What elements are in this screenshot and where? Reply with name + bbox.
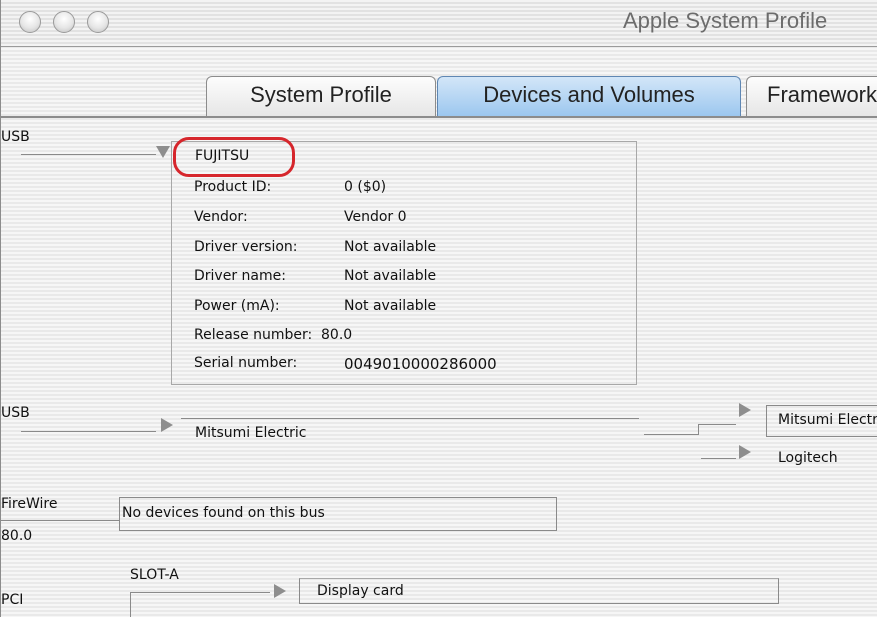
disclosure-expanded-icon[interactable] [156,146,170,158]
driver-version-value: Not available [344,239,437,255]
firewire-connector [1,520,119,521]
usb-bus-label: USB [1,129,30,145]
title-bar: Apple System Profile [1,0,877,47]
pci-slot-connector [130,592,270,593]
release-number-value: 80.0 [321,327,353,343]
usb-bus-2-connector [21,431,156,432]
zoom-window-button[interactable] [87,11,109,33]
hub-connector [644,434,699,435]
release-number-key: Release number: [194,327,313,343]
profiler-window: Apple System Profile System Profile Devi… [0,0,877,617]
power-value: Not available [344,298,437,314]
usb-bus-2-label: USB [1,405,30,421]
serial-number-value: 0049010000286000 [344,355,497,373]
close-window-button[interactable] [19,11,41,33]
child-1-label[interactable]: Mitsumi Electric [778,412,877,428]
child-2-connector [701,458,736,459]
minimize-window-button[interactable] [53,11,75,33]
device-detail-panel [171,141,637,385]
child-1-connector [698,424,736,425]
product-id-key: Product ID: [194,179,272,195]
serial-number-key: Serial number: [194,355,298,371]
pci-slot-label: SLOT-A [130,567,179,583]
driver-version-key: Driver version: [194,239,298,255]
window-title: Apple System Profile [623,8,828,33]
driver-name-key: Driver name: [194,268,286,284]
tab-bar: System Profile Devices and Volumes Frame… [1,76,877,118]
firewire-version: 80.0 [1,528,33,544]
disclosure-collapsed-icon[interactable] [161,418,173,432]
tab-system-profile[interactable]: System Profile [206,76,436,116]
pci-disclosure-icon[interactable] [274,584,286,598]
mitsumi-device-label[interactable]: Mitsumi Electric [195,425,306,441]
firewire-bus-label: FireWire [1,496,58,512]
pci-bus-label: PCI [1,592,24,608]
child-2-disclosure-icon[interactable] [739,445,751,459]
child-2-label[interactable]: Logitech [778,450,838,466]
driver-name-value: Not available [344,268,437,284]
device-name: FUJITSU [195,148,250,164]
device-row-line [181,418,639,419]
product-id-value: 0 ($0) [344,179,387,195]
tab-devices-and-volumes[interactable]: Devices and Volumes [437,76,741,116]
child-1-disclosure-icon[interactable] [739,403,751,417]
pci-slot-connector-vertical [130,592,131,617]
vendor-key: Vendor: [194,209,248,225]
vendor-value: Vendor 0 [344,209,407,225]
hub-connector-vertical [698,424,699,435]
pci-device-label[interactable]: Display card [317,583,404,599]
tab-frameworks[interactable]: Frameworks [746,76,877,116]
firewire-message: No devices found on this bus [122,505,325,521]
power-key: Power (mA): [194,298,280,314]
usb-bus-connector [21,154,156,155]
